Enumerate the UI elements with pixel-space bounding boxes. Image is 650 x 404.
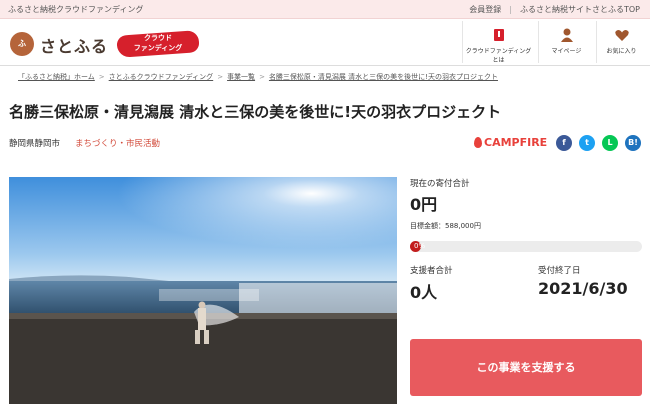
campfire-label: CAMPFIRE: [484, 136, 548, 149]
site-top-link[interactable]: ふるさと納税サイトさとふるTOP: [520, 4, 640, 15]
current-total-value: 0円: [410, 195, 438, 214]
book-icon: [493, 29, 504, 41]
breadcrumb-home[interactable]: 「ふるさと納税」ホーム: [18, 72, 95, 82]
deadline-label: 受付終了日: [538, 266, 581, 276]
header: ふ さとふる クラウド ファンディング クラウドファンディングとは マイページ …: [0, 19, 650, 66]
breadcrumb-arrow-icon: >: [259, 73, 265, 81]
nav-mypage[interactable]: マイページ: [538, 21, 594, 63]
satofull-logo-icon[interactable]: ふ: [10, 32, 34, 56]
facebook-share-icon[interactable]: f: [556, 135, 572, 151]
project-location: 静岡県静岡市: [9, 139, 61, 149]
nav-label: クラウドファンディングとは: [465, 48, 532, 64]
badge-text: クラウド ファンディング: [117, 33, 199, 53]
goal-amount: 目標金額：588,000円: [410, 222, 481, 230]
nav-favorites[interactable]: お気に入り: [596, 21, 646, 63]
hatena-bookmark-icon[interactable]: B!: [625, 135, 641, 151]
member-register-link[interactable]: 会員登録: [469, 4, 501, 15]
page-title: 名勝三保松原・清見潟展 清水と三保の美を後世に!天の羽衣プロジェクト: [9, 103, 502, 121]
line-share-icon[interactable]: L: [602, 135, 618, 151]
site-tagline: ふるさと納税クラウドファンディング: [8, 5, 144, 14]
project-main-image: [9, 177, 397, 404]
flame-icon: [474, 137, 482, 148]
progress-percent: 0%: [414, 242, 426, 250]
breadcrumb-arrow-icon: >: [217, 73, 224, 81]
badge-line-1: クラウド: [144, 34, 172, 42]
top-links: 会員登録 | ふるさと納税サイトさとふるTOP: [469, 4, 640, 15]
supporters-value: 0人: [410, 283, 438, 302]
breadcrumb-current[interactable]: 名勝三保松原・清見潟展 清水と三保の美を後世に!天の羽衣プロジェクト: [269, 72, 498, 82]
deadline-value: 2021/6/30: [538, 279, 628, 298]
heart-icon: [614, 30, 629, 41]
twitter-share-icon[interactable]: t: [579, 135, 595, 151]
nav-label: お気に入り: [606, 48, 637, 55]
crowdfunding-badge[interactable]: クラウド ファンディング: [116, 29, 200, 58]
nav-about-crowdfunding[interactable]: クラウドファンディングとは: [462, 21, 534, 64]
funding-progress-bar: 0%: [410, 241, 642, 252]
separator: |: [509, 5, 512, 14]
top-bar: ふるさと納税クラウドファンディング 会員登録 | ふるさと納税サイトさとふるTO…: [0, 0, 650, 19]
project-category[interactable]: まちづくり・市民活動: [75, 137, 160, 149]
breadcrumb-arrow-icon: >: [98, 73, 105, 81]
supporters-label: 支援者合計: [410, 266, 453, 276]
breadcrumb-crowdfunding[interactable]: さとふるクラウドファンディング: [109, 72, 214, 82]
support-project-button[interactable]: この事業を支援する: [410, 339, 642, 396]
site-logo-text[interactable]: さとふる: [40, 33, 108, 57]
badge-line-2: ファンディング: [133, 44, 183, 52]
campfire-logo[interactable]: CAMPFIRE: [474, 136, 547, 149]
breadcrumb-project-list[interactable]: 事業一覧: [227, 72, 255, 82]
current-total-label: 現在の寄付合計: [410, 179, 470, 189]
breadcrumb: 「ふるさと納税」ホーム > さとふるクラウドファンディング > 事業一覧 > 名…: [18, 72, 498, 82]
person-icon: [560, 28, 573, 42]
nav-label: マイページ: [551, 48, 582, 55]
